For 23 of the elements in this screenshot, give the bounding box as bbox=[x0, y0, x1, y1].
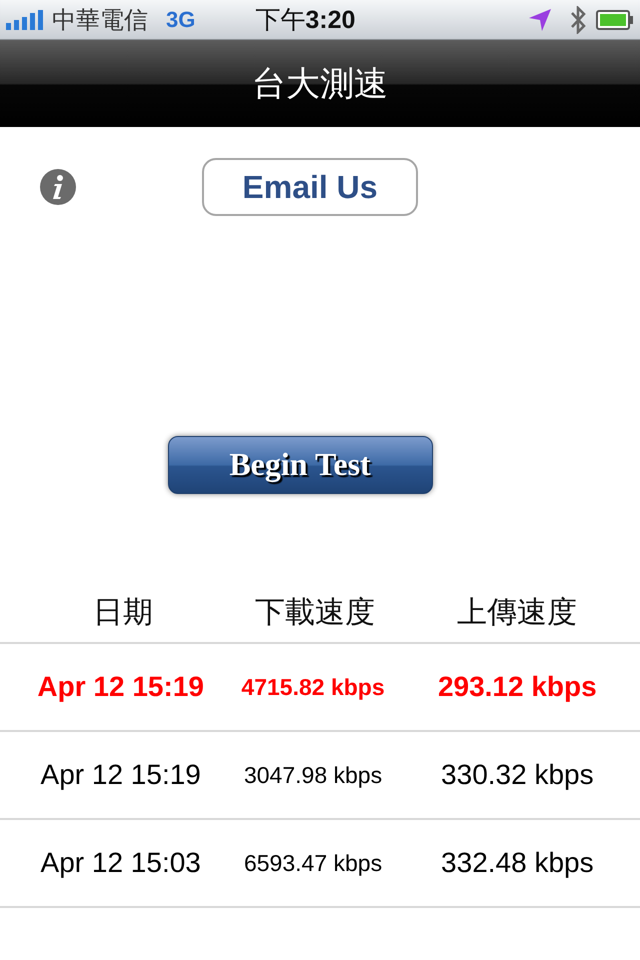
upload-cell-text: 330.32 kbps bbox=[440, 759, 595, 791]
download-cell: 4715.82 kbps bbox=[241, 674, 385, 700]
network-type: 3G bbox=[166, 6, 196, 32]
location-arrow-icon bbox=[528, 8, 552, 32]
column-header: 上傳速度 bbox=[456, 594, 578, 630]
download-cell-text: 6593.47 kbps bbox=[242, 850, 384, 876]
bluetooth-icon bbox=[570, 6, 586, 34]
nav-title: 台大測速 bbox=[252, 64, 388, 104]
info-icon[interactable] bbox=[40, 169, 76, 205]
column-header: 日期 bbox=[92, 594, 154, 630]
clock: 下午3:20 bbox=[255, 5, 356, 36]
download-cell-text: 3047.98 kbps bbox=[242, 762, 384, 788]
column-header: 下載速度 bbox=[254, 594, 376, 630]
begin-test-button[interactable]: Begin Test bbox=[168, 436, 432, 494]
signal-icon bbox=[6, 10, 44, 30]
upload-cell-text: 293.12 kbps bbox=[436, 671, 598, 703]
date-cell-text: Apr 12 15:19 bbox=[36, 671, 205, 703]
date-cell-text: Apr 12 15:19 bbox=[40, 759, 202, 791]
email-us-button[interactable]: Email Us bbox=[202, 158, 418, 216]
upload-cell-text: 332.48 kbps bbox=[440, 847, 595, 879]
date-cell-text: Apr 12 15:03 bbox=[40, 847, 202, 879]
carrier-name: 中華電信 bbox=[52, 6, 148, 36]
battery-icon bbox=[596, 10, 634, 30]
